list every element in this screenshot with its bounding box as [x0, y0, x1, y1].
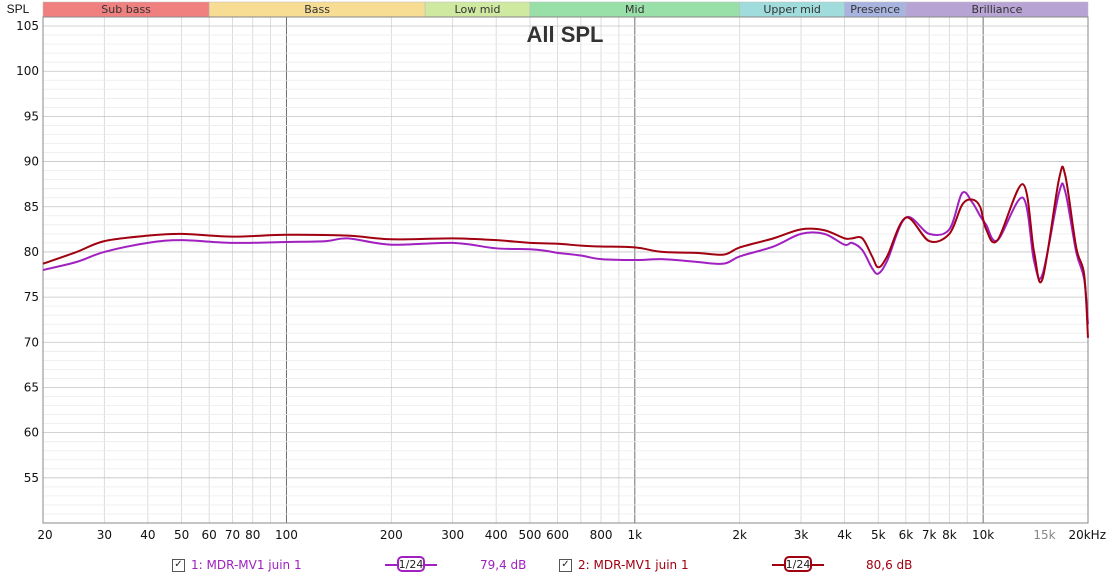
- x-tick-400: 400: [485, 528, 508, 542]
- y-tick-100: 100: [16, 64, 39, 78]
- x-tick-15k: 15k: [1033, 528, 1055, 542]
- x-tick-80: 80: [245, 528, 260, 542]
- x-tick-8k: 8k: [942, 528, 957, 542]
- band-label-3: Mid: [625, 3, 645, 16]
- band-label-1: Bass: [304, 3, 330, 16]
- legend-item-1[interactable]: ✓ 1: MDR-MV1 juin 1: [172, 553, 302, 577]
- x-tick-300: 300: [441, 528, 464, 542]
- series-1-smoothing-label: 1/24: [397, 556, 425, 572]
- x-tick-100: 100: [275, 528, 298, 542]
- series-2-level: 80,6 dB: [866, 558, 913, 572]
- series-2-checkbox[interactable]: ✓: [559, 558, 572, 572]
- band-label-0: Sub bass: [101, 3, 151, 16]
- x-tick-10k: 10k: [972, 528, 994, 542]
- y-tick-70: 70: [24, 335, 39, 349]
- x-tick-4k: 4k: [837, 528, 852, 542]
- x-tick-3k: 3k: [794, 528, 809, 542]
- x-tick-500: 500: [518, 528, 541, 542]
- x-tick-50: 50: [174, 528, 189, 542]
- x-tick-5k: 5k: [871, 528, 886, 542]
- y-tick-60: 60: [24, 426, 39, 440]
- series-2-smoothing-label: 1/24: [784, 556, 812, 572]
- x-tick-60: 60: [202, 528, 217, 542]
- band-label-6: Brilliance: [972, 3, 1023, 16]
- y-tick-85: 85: [24, 200, 39, 214]
- x-tick-20kHz: 20kHz: [1068, 528, 1106, 542]
- x-tick-7k: 7k: [922, 528, 937, 542]
- band-label-2: Low mid: [455, 3, 501, 16]
- x-tick-40: 40: [140, 528, 155, 542]
- y-tick-55: 55: [24, 471, 39, 485]
- x-tick-1k: 1k: [628, 528, 643, 542]
- x-tick-30: 30: [97, 528, 112, 542]
- x-tick-600: 600: [546, 528, 569, 542]
- x-tick-20: 20: [37, 528, 52, 542]
- series-1-name: 1: MDR-MV1 juin 1: [191, 558, 302, 572]
- x-tick-200: 200: [380, 528, 403, 542]
- x-tick-70: 70: [225, 528, 240, 542]
- series-2-smoothing[interactable]: 1/24: [772, 556, 824, 574]
- y-tick-90: 90: [24, 155, 39, 169]
- series-1-level: 79,4 dB: [480, 558, 527, 572]
- spl-chart: Sub bass Bass Low mid Mid Upper mid Presence B…: [7, 1, 1106, 542]
- y-tick-65: 65: [24, 380, 39, 394]
- chart-title: All SPL: [526, 22, 603, 47]
- y-axis-label: SPL: [7, 2, 30, 16]
- x-tick-6k: 6k: [899, 528, 914, 542]
- series-1-smoothing[interactable]: 1/24: [385, 556, 437, 574]
- y-tick-95: 95: [24, 109, 39, 123]
- series-2-name: 2: MDR-MV1 juin 1: [578, 558, 689, 572]
- band-label-4: Upper mid: [763, 3, 821, 16]
- band-label-5: Presence: [850, 3, 900, 16]
- y-tick-80: 80: [24, 245, 39, 259]
- series-1-checkbox[interactable]: ✓: [172, 558, 185, 572]
- y-tick-75: 75: [24, 290, 39, 304]
- x-tick-800: 800: [590, 528, 613, 542]
- frequency-bands: Sub bass Bass Low mid Mid Upper mid Presence B…: [42, 1, 1089, 18]
- y-tick-105: 105: [16, 19, 39, 33]
- legend-item-2[interactable]: ✓ 2: MDR-MV1 juin 1: [559, 553, 689, 577]
- x-tick-2k: 2k: [732, 528, 747, 542]
